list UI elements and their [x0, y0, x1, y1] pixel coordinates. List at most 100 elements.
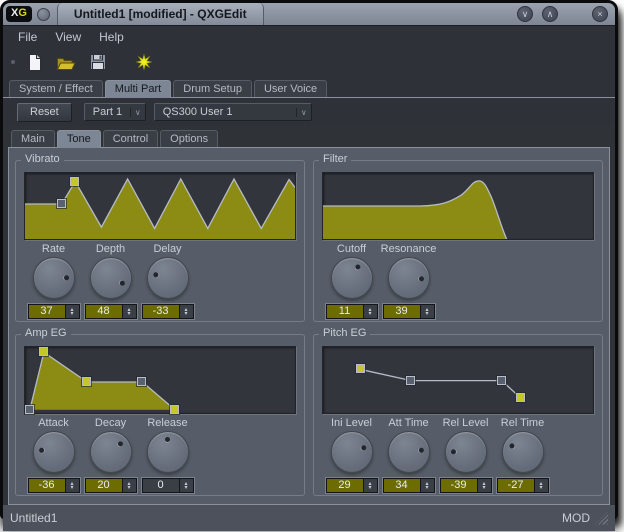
- dropdown-arrow-icon: [130, 108, 145, 117]
- rel-level-knob[interactable]: [445, 431, 487, 473]
- envelope-handle[interactable]: [57, 199, 66, 208]
- depth-knob[interactable]: [90, 257, 132, 299]
- envelope-handle[interactable]: [39, 347, 48, 356]
- subtab-tone[interactable]: Tone: [57, 130, 101, 148]
- att-time-spin-buttons[interactable]: [420, 479, 434, 492]
- tab-multi-part[interactable]: Multi Part: [105, 80, 171, 98]
- depth-value: 48: [86, 305, 122, 318]
- toolbar-grip[interactable]: [11, 60, 15, 64]
- envelope-handle[interactable]: [82, 377, 91, 386]
- rate-spinbox[interactable]: 37: [28, 304, 80, 319]
- cutoff-value: 11: [327, 305, 363, 318]
- status-mod-indicator: MOD: [562, 511, 590, 525]
- window-menu-button[interactable]: [37, 8, 50, 21]
- release-label: Release: [147, 416, 187, 431]
- subtab-control[interactable]: Control: [103, 130, 158, 147]
- pitch-eg-panel: Pitch EG Ini Level29Att Time34Rel Level-…: [313, 334, 603, 496]
- resize-grip[interactable]: [595, 512, 608, 525]
- subtab-options[interactable]: Options: [160, 130, 218, 147]
- release-spin-buttons[interactable]: [179, 479, 193, 492]
- att-time-spinbox[interactable]: 34: [383, 478, 435, 493]
- vibrato-waveform-graph: [24, 172, 296, 240]
- amp-eg-envelope-graph: [24, 346, 296, 414]
- decay-spin-buttons[interactable]: [122, 479, 136, 492]
- tab-system-effect[interactable]: System / Effect: [9, 80, 103, 97]
- xg-logo: XG: [6, 6, 32, 22]
- rel-time-spin-buttons[interactable]: [534, 479, 548, 492]
- amp-eg-envelope: [25, 347, 295, 413]
- cutoff-spinbox[interactable]: 11: [326, 304, 378, 319]
- rel-time-spinbox[interactable]: -27: [497, 478, 549, 493]
- user-voice-button[interactable]: [131, 50, 157, 74]
- att-time-knob[interactable]: [388, 431, 430, 473]
- new-file-button[interactable]: [21, 50, 47, 74]
- resonance-spin-buttons[interactable]: [420, 305, 434, 318]
- depth-spin-buttons[interactable]: [122, 305, 136, 318]
- unshade-button[interactable]: ∧: [542, 6, 558, 22]
- close-button[interactable]: ×: [592, 6, 608, 22]
- open-file-icon: [56, 53, 77, 72]
- open-file-button[interactable]: [53, 50, 79, 74]
- attack-spinbox[interactable]: -36: [28, 478, 80, 493]
- voice-select-value: QS300 User 1: [155, 106, 296, 118]
- menu-help[interactable]: Help: [90, 28, 133, 46]
- depth-spinbox[interactable]: 48: [85, 304, 137, 319]
- subtab-main[interactable]: Main: [11, 130, 55, 147]
- rel-level-spin-buttons[interactable]: [477, 479, 491, 492]
- attack-label: Attack: [38, 416, 69, 431]
- shade-button[interactable]: ∨: [517, 6, 533, 22]
- cutoff-knob[interactable]: [331, 257, 373, 299]
- save-file-button[interactable]: [85, 50, 111, 74]
- tab-drum-setup[interactable]: Drum Setup: [173, 80, 252, 97]
- envelope-handle[interactable]: [356, 364, 365, 373]
- envelope-handle[interactable]: [497, 376, 506, 385]
- rel-level-value: -39: [441, 479, 477, 492]
- envelope-handle[interactable]: [70, 177, 79, 186]
- decay-knob[interactable]: [90, 431, 132, 473]
- tab-user-voice[interactable]: User Voice: [254, 80, 327, 97]
- menu-file[interactable]: File: [9, 28, 46, 46]
- sub-tabbar: MainToneControlOptions: [8, 128, 610, 148]
- app-window: XG Untitled1 [modified] - QXGEdit ∨∧× Fi…: [0, 0, 618, 519]
- titlebar[interactable]: XG Untitled1 [modified] - QXGEdit ∨∧×: [3, 3, 615, 25]
- rel-time-knob[interactable]: [502, 431, 544, 473]
- rate-knob[interactable]: [33, 257, 75, 299]
- rel-level-spinbox[interactable]: -39: [440, 478, 492, 493]
- menu-view[interactable]: View: [46, 28, 90, 46]
- delay-knob[interactable]: [147, 257, 189, 299]
- amp-eg-panel: Amp EG Attack-36Decay20Release0: [15, 334, 305, 496]
- resonance-knob[interactable]: [388, 257, 430, 299]
- part-controls-row: Reset Part 1 QS300 User 1: [3, 98, 615, 126]
- attack-knob[interactable]: [33, 431, 75, 473]
- pitch-eg-envelope: [323, 347, 593, 413]
- cutoff-spin-buttons[interactable]: [363, 305, 377, 318]
- part-select[interactable]: Part 1: [84, 103, 146, 121]
- ini-level-knob[interactable]: [331, 431, 373, 473]
- voice-select[interactable]: QS300 User 1: [154, 103, 312, 121]
- resonance-spinbox[interactable]: 39: [383, 304, 435, 319]
- envelope-handle[interactable]: [25, 405, 34, 414]
- release-knob[interactable]: [147, 431, 189, 473]
- envelope-handle[interactable]: [406, 376, 415, 385]
- resonance-label: Resonance: [381, 242, 437, 257]
- toolbar: [3, 47, 615, 77]
- rate-label: Rate: [42, 242, 65, 257]
- delay-spin-buttons[interactable]: [179, 305, 193, 318]
- release-spinbox[interactable]: 0: [142, 478, 194, 493]
- filter-curve-graph: [322, 172, 594, 240]
- envelope-handle[interactable]: [170, 405, 179, 414]
- filter-curve: [323, 173, 593, 239]
- attack-spin-buttons[interactable]: [65, 479, 79, 492]
- save-file-icon: [89, 53, 107, 71]
- envelope-handle[interactable]: [137, 377, 146, 386]
- ini-level-spin-buttons[interactable]: [363, 479, 377, 492]
- ini-level-spinbox[interactable]: 29: [326, 478, 378, 493]
- menubar: FileViewHelp: [3, 25, 615, 47]
- delay-spinbox[interactable]: -33: [142, 304, 194, 319]
- pitch-eg-envelope-graph: [322, 346, 594, 414]
- envelope-handle[interactable]: [516, 393, 525, 402]
- attack-value: -36: [29, 479, 65, 492]
- reset-button[interactable]: Reset: [17, 103, 72, 122]
- rate-spin-buttons[interactable]: [65, 305, 79, 318]
- decay-spinbox[interactable]: 20: [85, 478, 137, 493]
